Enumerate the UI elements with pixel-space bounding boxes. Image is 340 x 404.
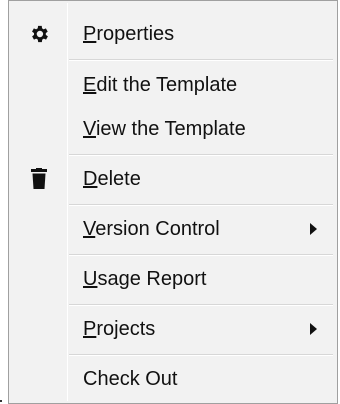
menu-separator [69, 154, 333, 156]
menu-item-label: View the Template [83, 117, 246, 140]
menu-item-label: Delete [83, 167, 141, 190]
context-menu: Properties Edit the Template View the Te… [8, 0, 338, 404]
menu-item-label: Edit the Template [83, 73, 238, 96]
menu-item-delete[interactable]: Delete [11, 156, 335, 202]
menu-item-view-template[interactable]: View the Template [11, 106, 335, 152]
stray-dot [0, 400, 2, 402]
menu-item-label: Properties [83, 22, 175, 45]
menu-separator [69, 254, 333, 256]
menu-item-projects[interactable]: Projects [11, 306, 335, 352]
menu-item-version-control[interactable]: Version Control [11, 206, 335, 252]
submenu-arrow-icon [310, 223, 317, 235]
menu-separator [69, 354, 333, 356]
menu-item-label: Usage Report [83, 267, 207, 290]
submenu-arrow-icon [310, 323, 317, 335]
menu-item-usage-report[interactable]: Usage Report [11, 256, 335, 302]
menu-item-label: Check Out [83, 367, 178, 390]
menu-item-check-out[interactable]: Check Out [11, 356, 335, 402]
menu-item-properties[interactable]: Properties [11, 11, 335, 57]
menu-item-edit-template[interactable]: Edit the Template [11, 62, 335, 108]
menu-item-label: Version Control [83, 217, 220, 240]
menu-separator [69, 204, 333, 206]
trash-icon [11, 156, 67, 202]
menu-separator [69, 304, 333, 306]
menu-separator [69, 59, 333, 61]
menu-item-label: Projects [83, 317, 156, 340]
gear-icon [11, 11, 67, 57]
